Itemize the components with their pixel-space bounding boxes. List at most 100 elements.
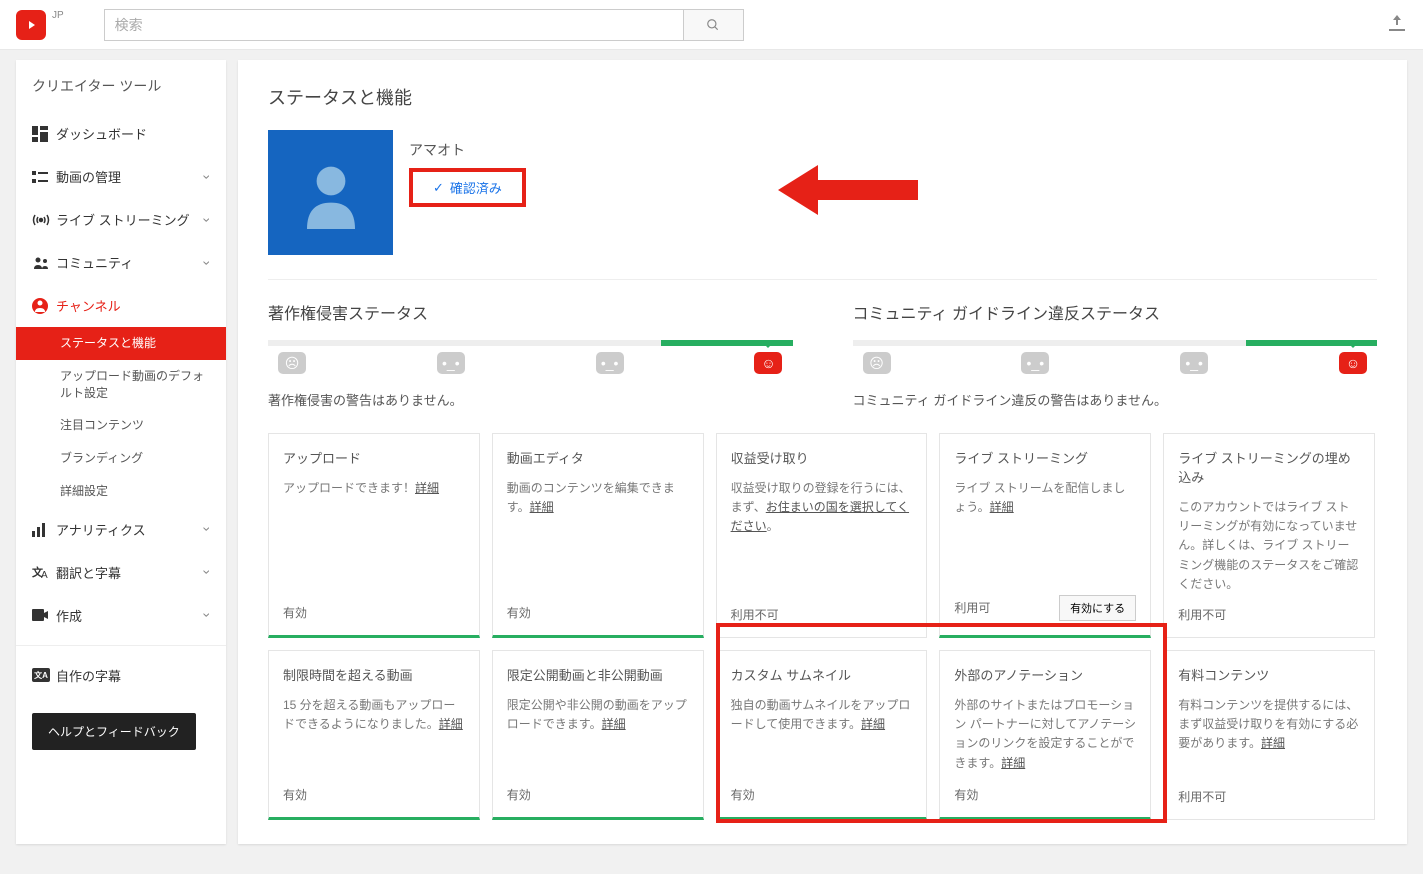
channel-icon xyxy=(32,298,56,314)
face-happy-icon: ☺ xyxy=(754,352,782,374)
subitem-featured[interactable]: 注目コンテンツ xyxy=(16,409,226,442)
status-bar xyxy=(853,340,1378,346)
card-title: アップロード xyxy=(283,448,465,467)
sidebar-item-label: 翻訳と字幕 xyxy=(56,563,205,582)
search-input[interactable] xyxy=(104,9,684,41)
card-title: 有料コンテンツ xyxy=(1178,665,1360,684)
sidebar-title: クリエイター ツール xyxy=(16,60,226,112)
card-title: 収益受け取り xyxy=(731,448,913,467)
card-status: 利用可 xyxy=(954,599,990,616)
face-row: ☹ •_• •_• ☺ xyxy=(853,352,1378,374)
card-footer: 利用不可 xyxy=(731,606,913,623)
search-icon xyxy=(706,18,720,32)
card-description: 動画のコンテンツを編集できます。詳細 xyxy=(507,479,689,592)
card-description: ライブ ストリームを配信しましょう。詳細 xyxy=(954,479,1136,583)
card-link[interactable]: 詳細 xyxy=(530,500,554,514)
face-happy-icon: ☺ xyxy=(1339,352,1367,374)
card-description: 有料コンテンツを提供するには、まず収益受け取りを有効にする必要があります。詳細 xyxy=(1178,696,1360,776)
subitem-status-features[interactable]: ステータスと機能 xyxy=(16,327,226,360)
feedback-button[interactable]: ヘルプとフィードバック xyxy=(32,713,196,750)
card-description: 15 分を超える動画もアップロードできるようになりました。詳細 xyxy=(283,696,465,774)
sidebar-item-translate[interactable]: 文A 翻訳と字幕 › xyxy=(16,551,226,594)
channel-name: アマオト xyxy=(409,140,526,160)
card-link[interactable]: 詳細 xyxy=(1001,756,1025,770)
search-button[interactable] xyxy=(684,9,744,41)
sidebar-item-label: アナリティクス xyxy=(56,520,205,539)
card-footer: 有効 xyxy=(507,786,689,803)
subitem-advanced[interactable]: 詳細設定 xyxy=(16,475,226,508)
face-neutral-icon: •_• xyxy=(1021,352,1049,374)
youtube-logo[interactable] xyxy=(16,10,46,40)
card-link[interactable]: 詳細 xyxy=(1261,736,1285,750)
feature-card: カスタム サムネイル独自の動画サムネイルをアップロードして使用できます。詳細有効 xyxy=(716,650,928,820)
sidebar-item-label: 作成 xyxy=(56,606,205,625)
status-title: 著作権侵害ステータス xyxy=(268,300,793,324)
card-status: 利用不可 xyxy=(1178,788,1226,805)
face-row: ☹ •_• •_• ☺ xyxy=(268,352,793,374)
feature-card: ライブ ストリーミングライブ ストリームを配信しましょう。詳細利用可 有効にする xyxy=(939,433,1151,638)
sidebar: クリエイター ツール ダッシュボード 動画の管理 › ライブ ストリーミング ›… xyxy=(16,60,226,844)
feature-cards: アップロードアップロードできます！詳細有効動画エディタ動画のコンテンツを編集でき… xyxy=(268,433,1377,820)
sidebar-item-video-manager[interactable]: 動画の管理 › xyxy=(16,155,226,198)
dashboard-icon xyxy=(32,126,56,142)
copyright-status: 著作権侵害ステータス ☹ •_• •_• ☺ 著作権侵害の警告はありません。 xyxy=(268,300,793,409)
card-title: ライブ ストリーミング xyxy=(954,448,1136,467)
card-link[interactable]: 詳細 xyxy=(415,481,439,495)
face-sad-icon: ☹ xyxy=(863,352,891,374)
feature-card: 収益受け取り収益受け取りの登録を行うには、まず、お住まいの国を選択してください。… xyxy=(716,433,928,638)
chevron-down-icon: › xyxy=(200,570,216,575)
face-neutral-icon: •_• xyxy=(437,352,465,374)
status-title: コミュニティ ガイドライン違反ステータス xyxy=(853,300,1378,324)
card-status: 有効 xyxy=(954,786,978,803)
card-status: 有効 xyxy=(507,786,531,803)
card-description: アップロードできます！詳細 xyxy=(283,479,465,592)
sidebar-item-live[interactable]: ライブ ストリーミング › xyxy=(16,198,226,241)
subitem-upload-defaults[interactable]: アップロード動画のデフォルト設定 xyxy=(16,360,226,410)
sidebar-item-label: コミュニティ xyxy=(56,253,205,272)
sidebar-item-analytics[interactable]: アナリティクス › xyxy=(16,508,226,551)
card-link[interactable]: お住まいの国を選択してください xyxy=(731,500,909,533)
card-link[interactable]: 詳細 xyxy=(861,717,885,731)
feature-card: 制限時間を超える動画15 分を超える動画もアップロードできるようになりました。詳… xyxy=(268,650,480,820)
feature-card: 限定公開動画と非公開動画限定公開や非公開の動画をアップロードできます。詳細有効 xyxy=(492,650,704,820)
channel-header: アマオト ✓ 確認済み xyxy=(268,130,1377,255)
sidebar-item-dashboard[interactable]: ダッシュボード xyxy=(16,112,226,155)
subitem-branding[interactable]: ブランディング xyxy=(16,442,226,475)
card-footer: 有効 xyxy=(283,604,465,621)
status-bar xyxy=(268,340,793,346)
card-footer: 利用不可 xyxy=(1178,606,1360,623)
card-description: 収益受け取りの登録を行うには、まず、お住まいの国を選択してください。 xyxy=(731,479,913,594)
card-status: 有効 xyxy=(283,786,307,803)
sidebar-item-community[interactable]: コミュニティ › xyxy=(16,241,226,284)
card-title: カスタム サムネイル xyxy=(731,665,913,684)
chevron-down-icon: › xyxy=(200,174,216,179)
enable-button[interactable]: 有効にする xyxy=(1059,595,1136,621)
card-status: 利用不可 xyxy=(1178,606,1226,623)
card-description: このアカウントではライブ ストリーミングが有効になっていません。詳しくは、ライブ… xyxy=(1178,498,1360,594)
main-content: ステータスと機能 アマオト ✓ 確認済み 著作権侵害ステータス xyxy=(238,60,1407,844)
sidebar-item-channel[interactable]: チャンネル xyxy=(16,284,226,327)
card-link[interactable]: 詳細 xyxy=(439,717,463,731)
status-message: コミュニティ ガイドライン違反の警告はありません。 xyxy=(853,390,1378,409)
chevron-down-icon: › xyxy=(200,527,216,532)
card-status: 有効 xyxy=(731,786,755,803)
community-status: コミュニティ ガイドライン違反ステータス ☹ •_• •_• ☺ コミュニティ … xyxy=(853,300,1378,409)
video-icon xyxy=(32,169,56,185)
card-footer: 有効 xyxy=(507,604,689,621)
verified-label: 確認済み xyxy=(450,178,502,197)
feature-card: ライブ ストリーミングの埋め込みこのアカウントではライブ ストリーミングが有効に… xyxy=(1163,433,1375,638)
card-link[interactable]: 詳細 xyxy=(602,717,626,731)
sidebar-item-create[interactable]: 作成 › xyxy=(16,594,226,637)
card-link[interactable]: 詳細 xyxy=(990,500,1014,514)
upload-icon[interactable] xyxy=(1387,15,1407,34)
card-footer: 利用可 有効にする xyxy=(954,595,1136,621)
face-neutral-icon: •_• xyxy=(596,352,624,374)
live-icon xyxy=(32,213,56,227)
card-footer: 有効 xyxy=(731,786,913,803)
sidebar-item-subtitles[interactable]: 文A 自作の字幕 xyxy=(16,654,226,697)
card-title: 外部のアノテーション xyxy=(954,665,1136,684)
feature-card: 有料コンテンツ有料コンテンツを提供するには、まず収益受け取りを有効にする必要があ… xyxy=(1163,650,1375,820)
feature-card: 外部のアノテーション外部のサイトまたはプロモーション パートナーに対してアノテー… xyxy=(939,650,1151,820)
card-title: ライブ ストリーミングの埋め込み xyxy=(1178,448,1360,486)
annotation-arrow xyxy=(778,165,918,218)
